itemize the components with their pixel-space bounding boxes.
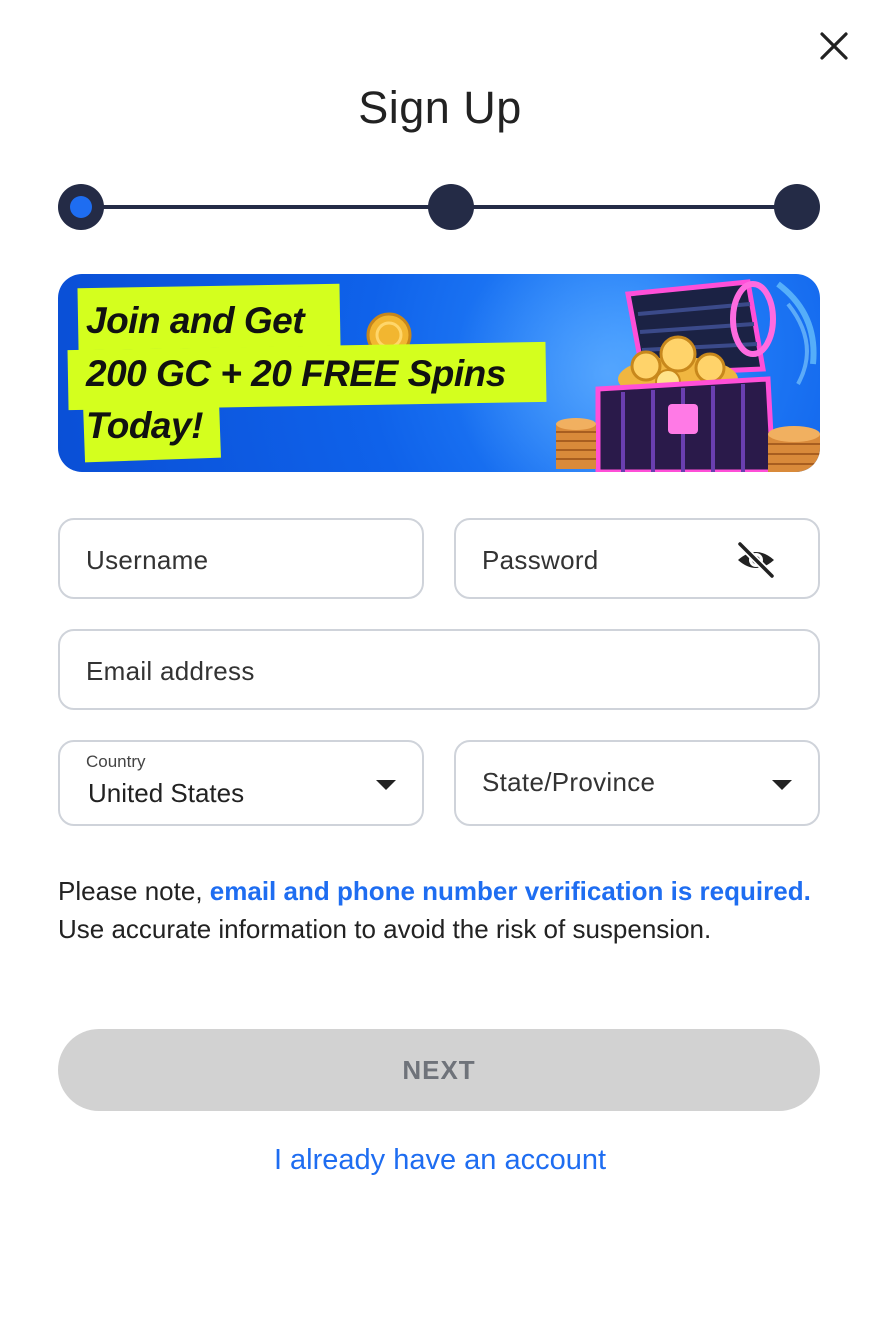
- page-title: Sign Up: [358, 82, 522, 133]
- close-icon: [820, 32, 848, 60]
- banner-line-1: Join and Get: [86, 300, 305, 341]
- country-select[interactable]: Country United States: [58, 740, 424, 826]
- email-placeholder: Email address: [86, 656, 255, 686]
- note-suffix: Use accurate information to avoid the ri…: [58, 914, 712, 944]
- treasure-chest-illustration: [556, 279, 820, 472]
- banner-line-3: Today!: [86, 405, 203, 446]
- username-input[interactable]: Username: [58, 518, 424, 599]
- verification-note: Please note, email and phone number veri…: [58, 872, 820, 948]
- chevron-down-icon: [376, 780, 396, 790]
- step-1-active: [58, 184, 104, 230]
- progress-stepper: [58, 184, 820, 230]
- email-field[interactable]: Email address: [58, 629, 820, 710]
- state-select[interactable]: State/Province: [454, 740, 820, 826]
- username-placeholder: Username: [86, 545, 209, 575]
- eye-off-icon[interactable]: [734, 538, 778, 582]
- login-link[interactable]: I already have an account: [0, 1144, 880, 1177]
- note-prefix: Please note,: [58, 876, 210, 906]
- banner-line-2: 200 GC + 20 FREE Spins: [86, 353, 506, 394]
- close-button[interactable]: [814, 26, 854, 66]
- password-placeholder: Password: [482, 545, 599, 575]
- promo-banner: Join and Get 200 GC + 20 FREE Spins Toda…: [58, 274, 820, 472]
- note-emphasis: email and phone number verification is r…: [209, 876, 811, 906]
- password-input[interactable]: Password: [454, 518, 820, 599]
- step-3: [774, 184, 820, 230]
- chevron-down-icon: [772, 780, 792, 790]
- country-value: United States: [88, 778, 245, 808]
- country-label: Country: [86, 752, 146, 771]
- next-button[interactable]: NEXT: [58, 1029, 820, 1111]
- step-2: [428, 184, 474, 230]
- state-placeholder: State/Province: [482, 767, 656, 797]
